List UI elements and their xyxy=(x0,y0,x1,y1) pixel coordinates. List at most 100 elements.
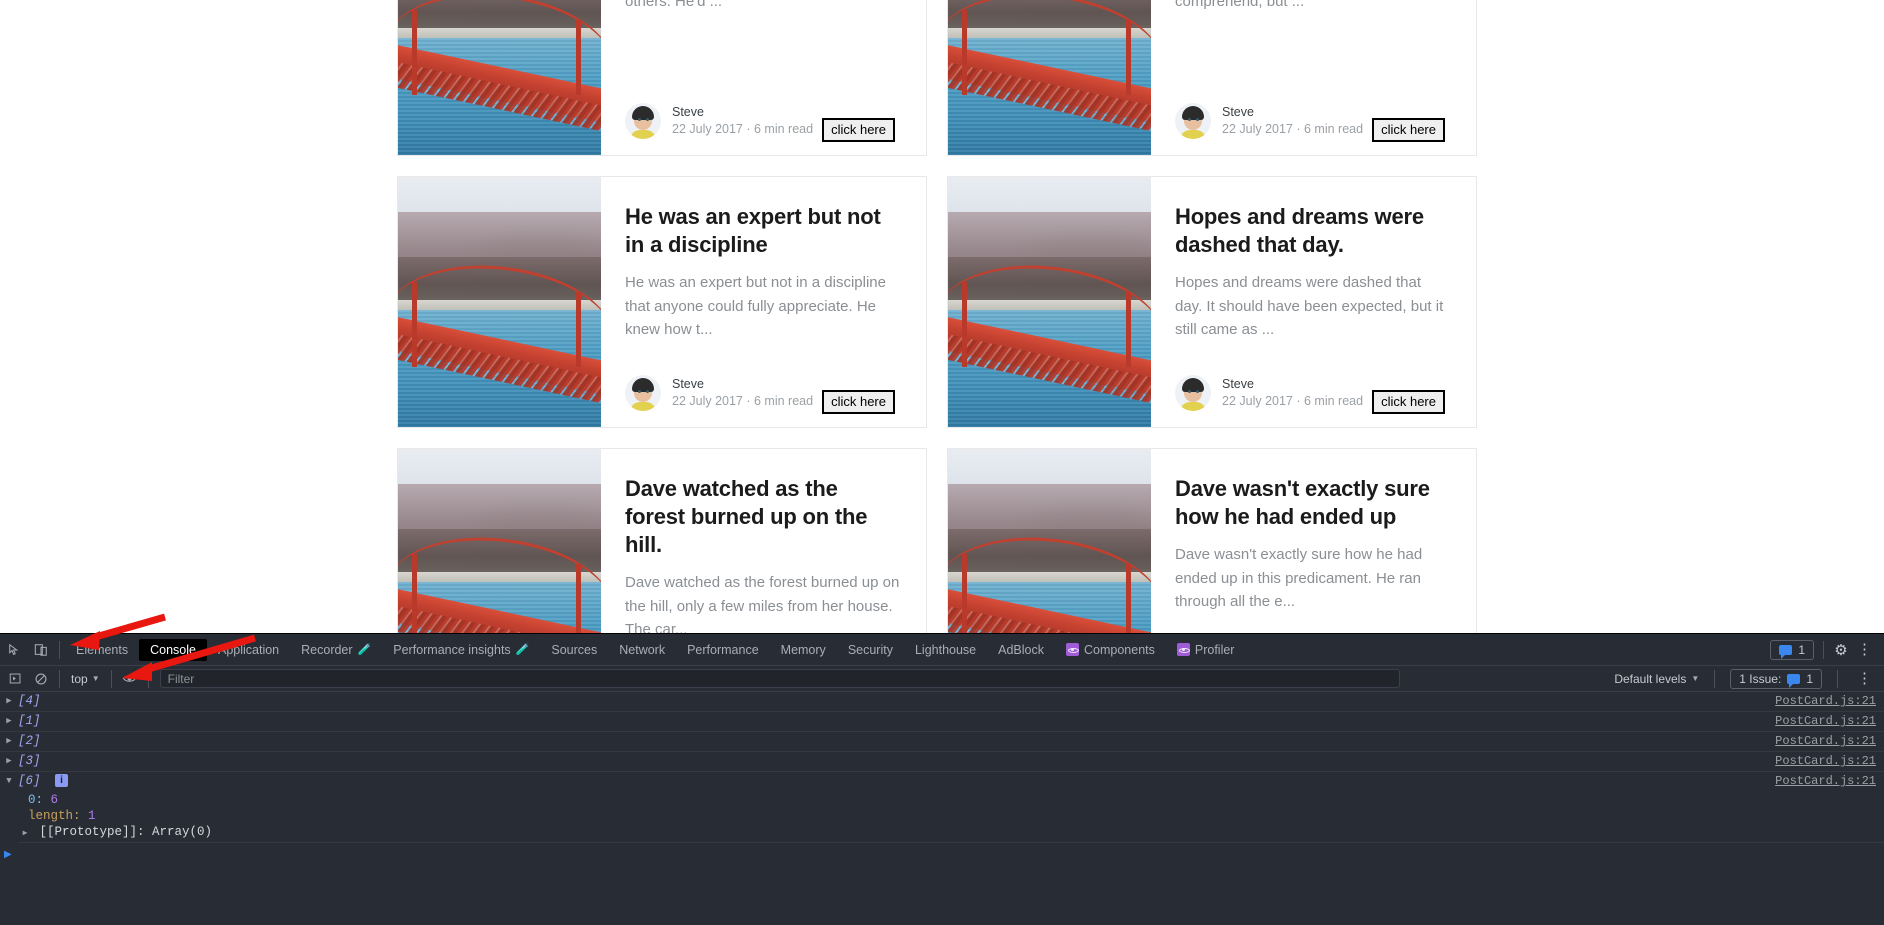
console-log-row-expanded[interactable]: [6] i PostCard.js:21 xyxy=(0,772,1884,792)
tab-lighthouse[interactable]: Lighthouse xyxy=(904,639,987,661)
avatar xyxy=(625,103,661,139)
tab-label: Performance insights xyxy=(393,642,511,657)
react-logo-icon xyxy=(1176,643,1190,656)
post-excerpt: Dave watched as the forest burned up on … xyxy=(625,574,900,633)
device-toolbar-toggle-icon[interactable] xyxy=(28,637,54,663)
tab-performance[interactable]: Performance xyxy=(676,639,770,661)
avatar xyxy=(1175,375,1211,411)
issues-button[interactable]: 1 Issue: 1 xyxy=(1730,668,1822,689)
tab-adblock[interactable]: AdBlock xyxy=(987,639,1055,661)
post-excerpt: His mother had always taught him not to … xyxy=(625,0,723,10)
post-card[interactable]: His mother had always taught him not to … xyxy=(397,0,927,156)
array-length-line: length: 1 xyxy=(28,808,1884,824)
array-index-line: 0: 6 xyxy=(28,792,1884,808)
array-prototype-line[interactable]: [[Prototype]]: Array(0) xyxy=(18,824,1884,843)
author-name: Steve xyxy=(1222,105,1254,120)
log-source-link[interactable]: PostCard.js:21 xyxy=(1775,734,1876,748)
log-message: [3] xyxy=(18,754,41,768)
click-here-button[interactable]: click here xyxy=(1372,390,1445,414)
issues-label: 1 Issue: xyxy=(1739,671,1782,686)
post-date-readtime: 22 July 2017 · 6 min read xyxy=(1222,394,1364,408)
inspect-element-icon[interactable] xyxy=(2,637,28,663)
tab-performance-insights[interactable]: Performance insights 🧪 xyxy=(382,639,540,661)
avatar xyxy=(625,375,661,411)
card-row: Dave watched as the forest burned up on … xyxy=(397,448,1477,633)
kebab-menu-icon[interactable]: ⋮ xyxy=(1853,642,1876,657)
post-meta: Steve 22 July 2017 · 6 min read xyxy=(672,376,813,410)
post-meta: Steve 22 July 2017 · 6 min read xyxy=(1222,376,1363,410)
click-here-button[interactable]: click here xyxy=(822,118,895,142)
tab-label: Components xyxy=(1084,642,1155,657)
array-length-key: length: xyxy=(28,809,81,823)
expand-arrow-icon[interactable] xyxy=(0,714,18,726)
console-log-row[interactable]: [3] PostCard.js:21 xyxy=(0,752,1884,772)
clear-console-icon[interactable] xyxy=(28,666,54,692)
post-thumbnail-image xyxy=(398,449,601,633)
console-log-row[interactable]: [1] PostCard.js:21 xyxy=(0,712,1884,732)
expand-arrow-icon[interactable] xyxy=(0,694,18,706)
post-thumbnail-image xyxy=(398,0,601,155)
post-title: Dave wasn't exactly sure how he had ende… xyxy=(1175,476,1430,530)
prototype-label: [[Prototype]]: Array(0) xyxy=(39,825,213,839)
console-log-row[interactable]: [4] PostCard.js:21 xyxy=(0,692,1884,712)
post-card[interactable]: Dave watched as the forest burned up on … xyxy=(397,448,927,633)
tab-components[interactable]: Components xyxy=(1055,639,1166,661)
log-source-link[interactable]: PostCard.js:21 xyxy=(1775,754,1876,768)
post-meta: Steve 22 July 2017 · 6 min read xyxy=(672,104,813,138)
console-log-list: [4] PostCard.js:21 [1] PostCard.js:21 [2… xyxy=(0,692,1884,865)
log-source-link[interactable]: PostCard.js:21 xyxy=(1775,774,1876,788)
tab-sources[interactable]: Sources xyxy=(540,639,608,661)
console-log-row[interactable]: [2] PostCard.js:21 xyxy=(0,732,1884,752)
tab-label: Performance xyxy=(687,642,759,657)
tab-console[interactable]: Console xyxy=(139,638,207,661)
tab-label: AdBlock xyxy=(998,642,1044,657)
tab-memory[interactable]: Memory xyxy=(770,639,837,661)
log-levels-dropdown[interactable]: Default levels ▼ xyxy=(1614,672,1699,686)
tab-security[interactable]: Security xyxy=(837,639,904,661)
array-index-value: 6 xyxy=(50,793,59,807)
gear-icon[interactable]: ⚙ xyxy=(1833,642,1849,659)
log-source-link[interactable]: PostCard.js:21 xyxy=(1775,714,1876,728)
array-length-value: 1 xyxy=(88,809,96,823)
chevron-down-icon: ▼ xyxy=(1691,674,1700,683)
tab-application[interactable]: Application xyxy=(207,639,290,661)
log-levels-label: Default levels xyxy=(1614,671,1687,686)
info-badge-icon[interactable]: i xyxy=(55,774,69,787)
post-excerpt: All he wanted was a candy bar. It didn't… xyxy=(1175,0,1305,10)
click-here-button[interactable]: click here xyxy=(822,390,895,414)
tab-label: Profiler xyxy=(1194,642,1235,657)
post-card[interactable]: Dave wasn't exactly sure how he had ende… xyxy=(947,448,1477,633)
log-message: [2] xyxy=(18,734,41,748)
tab-elements[interactable]: Elements xyxy=(65,639,139,661)
post-card[interactable]: He was an expert but not in a discipline… xyxy=(397,176,927,428)
post-date-readtime: 22 July 2017 · 6 min read xyxy=(1222,122,1364,136)
collapse-arrow-icon[interactable] xyxy=(0,774,18,786)
live-expression-eye-icon[interactable] xyxy=(117,666,143,692)
post-card[interactable]: All he wanted was a candy bar. It didn't… xyxy=(947,0,1477,156)
console-settings-kebab-icon[interactable]: ⋮ xyxy=(1853,671,1876,686)
message-count-button[interactable]: 1 xyxy=(1770,639,1814,660)
console-prompt[interactable]: ▶ xyxy=(0,843,1884,865)
array-index-key: 0: xyxy=(28,793,44,807)
expand-arrow-icon[interactable] xyxy=(0,754,18,766)
tab-label: Sources xyxy=(551,642,598,657)
execution-context-selector[interactable]: top ▼ xyxy=(65,671,106,687)
tab-recorder[interactable]: Recorder 🧪 xyxy=(290,639,382,661)
filterbar-divider xyxy=(59,669,60,688)
issues-count: 1 xyxy=(1806,671,1813,686)
log-source-link[interactable]: PostCard.js:21 xyxy=(1775,694,1876,708)
post-card[interactable]: Hopes and dreams were dashed that day. H… xyxy=(947,176,1477,428)
tab-profiler[interactable]: Profiler xyxy=(1166,639,1246,661)
post-thumbnail-image xyxy=(948,0,1151,155)
tab-network[interactable]: Network xyxy=(608,639,676,661)
context-label: top xyxy=(71,671,88,686)
console-filter-input[interactable] xyxy=(159,669,1400,688)
expand-arrow-icon[interactable] xyxy=(0,734,18,746)
post-title: Hopes and dreams were dashed that day. xyxy=(1175,204,1424,258)
post-thumbnail-image xyxy=(948,449,1151,633)
expand-arrow-icon[interactable] xyxy=(18,826,32,838)
post-excerpt: Hopes and dreams were dashed that day. I… xyxy=(1175,274,1444,338)
click-here-button[interactable]: click here xyxy=(1372,118,1445,142)
console-sidebar-toggle-icon[interactable] xyxy=(2,666,28,692)
tab-label: Network xyxy=(619,642,666,657)
